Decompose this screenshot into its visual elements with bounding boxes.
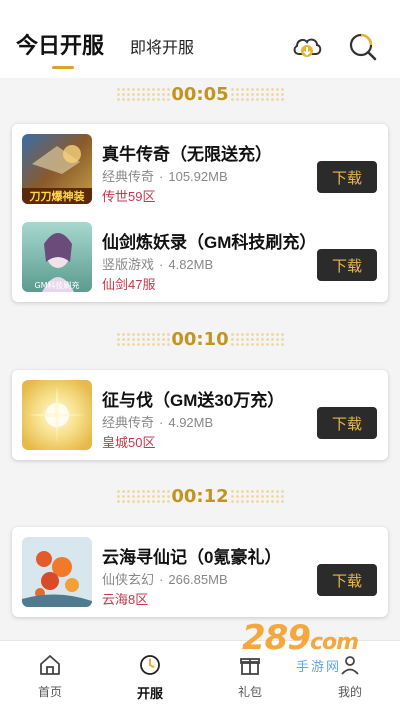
divider-dots bbox=[230, 489, 286, 505]
game-list-item[interactable]: 云海寻仙记（0氪豪礼） 仙侠玄幻 · 266.85MB 云海8区 下载 bbox=[12, 537, 388, 619]
game-size: 105.92MB bbox=[168, 169, 228, 184]
meta-separator: · bbox=[159, 415, 164, 430]
game-thumbnail: 刀刀爆神装 bbox=[22, 134, 92, 204]
download-button[interactable]: 下载 bbox=[317, 564, 377, 596]
tab-today-open[interactable]: 今日开服 bbox=[16, 28, 104, 60]
game-thumbnail bbox=[22, 537, 92, 607]
download-button[interactable]: 下载 bbox=[317, 407, 377, 439]
open-time: 00:05 bbox=[171, 84, 229, 105]
meta-separator: · bbox=[159, 572, 164, 587]
nav-home[interactable]: 首页 bbox=[0, 641, 100, 712]
game-size: 4.92MB bbox=[168, 415, 214, 430]
game-thumbnail bbox=[22, 380, 92, 450]
time-divider: 00:10 bbox=[0, 325, 400, 355]
game-server: 传世59区 bbox=[102, 189, 156, 204]
nav-mine-label: 我的 bbox=[337, 685, 362, 699]
game-category: 竖版游戏 bbox=[102, 257, 155, 272]
game-group-card: 征与伐（GM送30万充） 经典传奇 · 4.92MB 皇城50区 下载 bbox=[12, 370, 388, 460]
thumb-banner-text: 刀刀爆神装 bbox=[30, 189, 85, 203]
game-title[interactable]: 云海寻仙记（0氪豪礼） bbox=[102, 543, 281, 568]
game-title[interactable]: 真牛传奇（无限送充） bbox=[102, 140, 272, 165]
download-button[interactable]: 下载 bbox=[317, 249, 377, 281]
game-list-item[interactable]: GM科技刷充 仙剑炼妖录（GM科技刷充） 竖版游戏 · 4.82MB 仙剑47服 下… bbox=[12, 222, 388, 304]
game-meta: 仙侠玄幻 · 266.85MB bbox=[102, 569, 228, 588]
thumb-banner-text: GM科技刷充 bbox=[34, 280, 79, 290]
nav-open-server[interactable]: 开服 bbox=[100, 641, 200, 712]
game-size: 4.82MB bbox=[168, 257, 214, 272]
game-category: 经典传奇 bbox=[102, 415, 155, 430]
open-time: 00:12 bbox=[171, 486, 229, 507]
cloud-download-icon[interactable] bbox=[290, 30, 324, 64]
divider-dots bbox=[230, 87, 286, 103]
home-icon bbox=[40, 655, 60, 675]
game-list-item[interactable]: 征与伐（GM送30万充） 经典传奇 · 4.92MB 皇城50区 下载 bbox=[12, 380, 388, 462]
header: 今日开服 即将开服 bbox=[0, 0, 400, 78]
game-category: 仙侠玄幻 bbox=[102, 572, 155, 587]
game-category: 经典传奇 bbox=[102, 169, 155, 184]
game-meta: 经典传奇 · 105.92MB bbox=[102, 166, 228, 185]
tab-upcoming-open[interactable]: 即将开服 bbox=[130, 34, 194, 58]
meta-separator: · bbox=[159, 169, 164, 184]
clock-icon bbox=[140, 655, 160, 675]
active-tab-indicator bbox=[52, 66, 74, 69]
game-thumbnail: GM科技刷充 bbox=[22, 222, 92, 292]
game-meta: 经典传奇 · 4.92MB bbox=[102, 412, 213, 431]
game-meta: 竖版游戏 · 4.82MB bbox=[102, 254, 213, 273]
download-button[interactable]: 下载 bbox=[317, 161, 377, 193]
game-title[interactable]: 征与伐（GM送30万充） bbox=[102, 386, 284, 411]
game-server: 仙剑47服 bbox=[102, 277, 156, 292]
game-server: 云海8区 bbox=[102, 592, 149, 607]
watermark-logo: 289com bbox=[242, 618, 359, 658]
game-server: 皇城50区 bbox=[102, 435, 156, 450]
game-size: 266.85MB bbox=[168, 572, 228, 587]
search-icon[interactable] bbox=[346, 30, 380, 64]
divider-dots bbox=[230, 332, 286, 348]
game-title[interactable]: 仙剑炼妖录（GM科技刷充） bbox=[102, 228, 316, 253]
nav-open-server-label: 开服 bbox=[136, 686, 163, 701]
nav-home-label: 首页 bbox=[37, 685, 62, 699]
time-divider: 00:05 bbox=[0, 80, 400, 110]
game-group-card: 云海寻仙记（0氪豪礼） 仙侠玄幻 · 266.85MB 云海8区 下载 bbox=[12, 527, 388, 617]
time-divider: 00:12 bbox=[0, 482, 400, 512]
nav-gift-label: 礼包 bbox=[237, 685, 262, 699]
game-group-card: 刀刀爆神装 真牛传奇（无限送充） 经典传奇 · 105.92MB 传世59区 下载 bbox=[12, 124, 388, 302]
open-time: 00:10 bbox=[171, 329, 229, 350]
watermark-subtitle: 手游网 bbox=[296, 659, 342, 674]
game-list-item[interactable]: 刀刀爆神装 真牛传奇（无限送充） 经典传奇 · 105.92MB 传世59区 下载 bbox=[12, 134, 388, 216]
meta-separator: · bbox=[159, 257, 164, 272]
site-watermark: 289com 手游网 bbox=[236, 616, 386, 674]
